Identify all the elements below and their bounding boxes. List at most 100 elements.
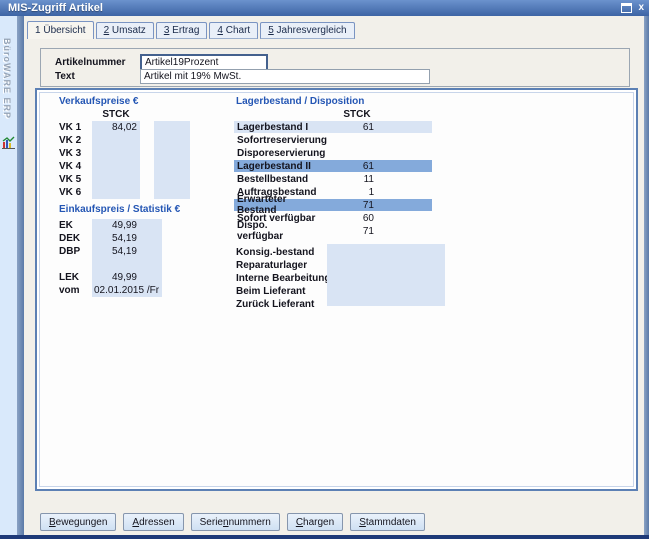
button-hotkey: B bbox=[49, 517, 56, 528]
sonstige-bestaende-value-block bbox=[327, 244, 445, 306]
seriennummern-button[interactable]: Seriennummern bbox=[191, 513, 280, 531]
tab-label: Chart bbox=[223, 25, 250, 36]
lager-row-label: Lagerbestand I bbox=[234, 122, 316, 133]
lager-row-value: 61 bbox=[316, 122, 374, 133]
bestand-row-beim-lieferant: Beim Lieferant bbox=[236, 285, 330, 298]
text-label: Text bbox=[55, 71, 140, 82]
ek-row-label: DBP bbox=[59, 246, 92, 257]
tab-bersicht[interactable]: 1 Übersicht bbox=[27, 21, 94, 39]
ek-row-dek: DEK54,19 bbox=[59, 232, 162, 245]
vk-stck-value bbox=[92, 173, 140, 186]
artikelnummer-label: Artikelnummer bbox=[55, 57, 140, 68]
brand-sidebar: BüroWARE ERP bbox=[0, 16, 17, 535]
vk-second-cell bbox=[154, 134, 190, 147]
tab-jahresvergleich[interactable]: 5 Jahresvergleich bbox=[260, 22, 354, 39]
lagerbestand-title: Lagerbestand / Disposition bbox=[236, 96, 364, 107]
ek-row-ek: EK49,99 bbox=[59, 219, 162, 232]
button-text: hargen bbox=[303, 517, 334, 528]
vk-row-vk-3: VK 3 bbox=[59, 147, 190, 160]
text-field[interactable] bbox=[140, 69, 430, 84]
vk-row-vk-5: VK 5 bbox=[59, 173, 190, 186]
lager-row-disporeservierung: Disporeservierung bbox=[234, 147, 432, 159]
tab-label: Übersicht bbox=[41, 25, 86, 36]
button-text: nummern bbox=[229, 517, 271, 528]
text-row: Text bbox=[55, 69, 430, 84]
vk-second-cell bbox=[154, 147, 190, 160]
button-text: tammdaten bbox=[366, 517, 416, 528]
ek-row-label: DEK bbox=[59, 233, 92, 244]
vk-row-vk-2: VK 2 bbox=[59, 134, 190, 147]
title-bar: MIS-Zugriff Artikel x bbox=[0, 0, 649, 16]
vk-row-label: VK 2 bbox=[59, 135, 92, 146]
lager-row-label: Sofortreservierung bbox=[234, 135, 327, 146]
vk-second-cell bbox=[154, 121, 190, 134]
window-frame-bottom bbox=[0, 535, 649, 539]
lagerbestand-stck-header: STCK bbox=[337, 109, 377, 120]
lager-row-erwarteter-bestand: Erwarteter Bestand71 bbox=[234, 199, 432, 211]
vk-row-vk-1: VK 184,02 bbox=[59, 121, 190, 134]
lager-row-lagerbestand-i: Lagerbestand I61 bbox=[234, 121, 432, 133]
lager-row-dispo-verf-gbar: Dispo. verfügbar71 bbox=[234, 225, 432, 237]
tab-umsatz[interactable]: 2 Umsatz bbox=[96, 22, 154, 39]
einkaufspreis-title: Einkaufspreis / Statistik € bbox=[59, 204, 180, 215]
lager-row-bestellbestand: Bestellbestand11 bbox=[234, 173, 432, 185]
article-form: Artikelnummer Text bbox=[40, 48, 630, 87]
ek-row-label: vom bbox=[59, 285, 92, 296]
lager-row-label: Disporeservierung bbox=[234, 148, 325, 159]
button-text: dressen bbox=[139, 517, 175, 528]
chargen-button[interactable]: Chargen bbox=[287, 513, 343, 531]
tab-label: Umsatz bbox=[109, 25, 146, 36]
close-icon[interactable]: x bbox=[638, 2, 644, 13]
ek-row-vom: vom02.01.2015 /Fr bbox=[59, 284, 162, 297]
vk-stck-value bbox=[92, 147, 140, 160]
ek-row-value: 54,19 bbox=[92, 245, 137, 258]
button-hotkey: C bbox=[296, 517, 303, 528]
app-window: MIS-Zugriff Artikel x BüroWARE ERP 1 Übe… bbox=[0, 0, 649, 539]
lager-row-value: 1 bbox=[316, 187, 374, 198]
overview-panel: Verkaufspreise € STCK VK 184,02VK 2VK 3V… bbox=[35, 88, 638, 491]
lagerbestand-table: Lagerbestand I61 Sofortreservierung Dispor… bbox=[234, 121, 432, 238]
vk-stck-value: 84,02 bbox=[92, 121, 140, 134]
tab-ertrag[interactable]: 3 Ertrag bbox=[156, 22, 208, 39]
ek-row-label: LEK bbox=[59, 272, 92, 283]
footer-button-bar: Bewegungen Adressen Seriennummern Chargen St… bbox=[40, 513, 425, 531]
lager-row-value: 11 bbox=[316, 174, 374, 185]
ek-row-value: 49,99 bbox=[92, 219, 137, 232]
ek-row-label: EK bbox=[59, 220, 92, 231]
verkaufspreise-title: Verkaufspreise € bbox=[59, 96, 139, 107]
vk-row-label: VK 4 bbox=[59, 161, 92, 172]
restore-window-icon[interactable] bbox=[621, 3, 632, 13]
verkaufspreise-stck-header: STCK bbox=[92, 109, 140, 120]
brand-label: BüroWARE ERP bbox=[2, 38, 12, 119]
statistics-chart-icon[interactable] bbox=[2, 136, 15, 149]
tab-chart[interactable]: 4 Chart bbox=[209, 22, 258, 39]
ek-row-row bbox=[59, 258, 162, 271]
tab-label: Ertrag bbox=[169, 25, 199, 36]
window-controls: x bbox=[621, 2, 644, 13]
adressen-button[interactable]: Adressen bbox=[123, 513, 183, 531]
ek-row-cell bbox=[92, 258, 162, 271]
window-frame-right bbox=[644, 16, 649, 535]
lager-row-label: Dispo. verfügbar bbox=[234, 220, 316, 242]
vk-row-vk-6: VK 6 bbox=[59, 186, 190, 199]
bewegungen-button[interactable]: Bewegungen bbox=[40, 513, 116, 531]
stammdaten-button[interactable]: Stammdaten bbox=[350, 513, 425, 531]
tab-bar: 1 Übersicht2 Umsatz3 Ertrag4 Chart5 Jahr… bbox=[27, 22, 357, 39]
lager-row-value: 71 bbox=[316, 200, 374, 211]
lager-row-label: Bestellbestand bbox=[234, 174, 316, 185]
bestand-row-reparaturlager: Reparaturlager bbox=[236, 259, 330, 272]
vk-second-cell bbox=[154, 173, 190, 186]
ek-row-cell: 49,99 bbox=[92, 219, 162, 232]
vk-row-vk-4: VK 4 bbox=[59, 160, 190, 173]
ek-row-value: 49,99 bbox=[92, 271, 137, 284]
lager-row-label: Lagerbestand II bbox=[234, 161, 316, 172]
vk-stck-value bbox=[92, 160, 140, 173]
ek-row-lek: LEK49,99 bbox=[59, 271, 162, 284]
bestand-row-zur-ck-lieferant: Zurück Lieferant bbox=[236, 298, 330, 311]
bestand-row-konsig-bestand: Konsig.-bestand bbox=[236, 246, 330, 259]
window-frame-left bbox=[17, 16, 24, 535]
button-hotkey: S bbox=[359, 517, 366, 528]
lager-row-value: 60 bbox=[316, 213, 374, 224]
vk-stck-value bbox=[92, 186, 140, 199]
vk-second-cell bbox=[154, 160, 190, 173]
